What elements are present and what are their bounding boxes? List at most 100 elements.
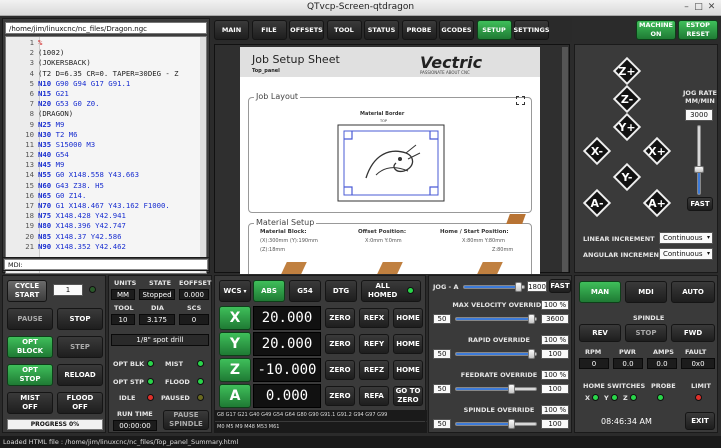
spindle-stop-button[interactable]: STOP [625, 324, 667, 342]
gcode-line[interactable]: 13 N45 M9 [6, 160, 206, 170]
gcode-line[interactable]: 17 N70 G1 X148.467 Y43.162 F1000. [6, 201, 206, 211]
fit-icon[interactable] [516, 96, 525, 105]
wcs-button[interactable]: WCS ▾ [219, 280, 251, 302]
gcode-line[interactable]: 16 N65 G0 Z14. [6, 191, 206, 201]
gcode-line[interactable]: 3 (JOKERSBACK) [6, 58, 206, 68]
auto-mode-button[interactable]: AUTO [671, 281, 715, 303]
feedrate-override-knob[interactable] [508, 384, 515, 394]
axis-z-button[interactable]: Z [219, 358, 251, 382]
tab-settings[interactable]: SETTINGS [514, 20, 550, 40]
jog-a-plus-button[interactable]: A+ [647, 193, 667, 213]
zero-z-button[interactable]: ZERO [325, 360, 355, 380]
angular-increment-select[interactable]: Continuous ▾ [659, 248, 713, 260]
linear-increment-select[interactable]: Continuous ▾ [659, 232, 713, 244]
gcode-line[interactable]: 12 N40 G54 [6, 150, 206, 160]
gcode-text[interactable]: 1% 2 (1002) 3 (JOKERSBACK) 4 (T2 D=6.35 CR=0. … [5, 36, 207, 274]
ref-z-button[interactable]: REFZ [359, 360, 389, 380]
gcode-line[interactable]: 5 N10 G90 G94 G17 G91.1 [6, 79, 206, 89]
mdi-input[interactable]: MDI: [4, 259, 208, 270]
ref-x-button[interactable]: REFX [359, 308, 389, 328]
tab-probe[interactable]: PROBE [401, 20, 437, 40]
jog-z-minus-button[interactable]: Z- [617, 89, 637, 109]
gcode-line[interactable]: 10 N30 T2 M6 [6, 130, 206, 140]
gcode-line[interactable]: 7 N20 G53 G0 Z0. [6, 99, 206, 109]
cycle-start-button[interactable]: CYCLE START [7, 280, 47, 302]
spindle-override-slider[interactable] [455, 419, 537, 429]
tab-gcodes[interactable]: GCODES [439, 20, 474, 40]
jog-rate-slider[interactable] [694, 125, 704, 195]
opt-block-button[interactable]: OPT BLOCK [7, 336, 53, 358]
man-mode-button[interactable]: MAN [579, 281, 621, 303]
max-velocity-override-slider[interactable] [455, 314, 537, 324]
pause-spindle-button[interactable]: PAUSE SPINDLE [163, 410, 209, 430]
minimize-icon[interactable]: – [682, 3, 691, 12]
home-z-button[interactable]: HOME [393, 360, 423, 380]
tab-main[interactable]: MAIN [214, 20, 249, 40]
spindle-override-knob[interactable] [508, 419, 515, 429]
step-button[interactable]: STEP [57, 336, 103, 358]
opt-stop-button[interactable]: OPT STOP [7, 364, 53, 386]
gcode-line[interactable]: 9 N25 M9 [6, 120, 206, 130]
gcode-line[interactable]: 1% [6, 38, 206, 48]
machine-on-button[interactable]: MACHINE ON [636, 20, 676, 40]
goto-zero-button[interactable]: GO TO ZERO [393, 386, 423, 406]
jog-x-plus-button[interactable]: X+ [647, 141, 667, 161]
jog-y-plus-button[interactable]: Y+ [617, 117, 637, 137]
reload-button[interactable]: RELOAD [57, 364, 103, 386]
mdi-mode-button[interactable]: MDI [625, 281, 667, 303]
setup-sheet-viewer[interactable]: Job Setup Sheet Top_panel Vectric PASSIO… [214, 44, 570, 274]
spindle-rev-button[interactable]: REV [579, 324, 621, 342]
exit-button[interactable]: EXIT [685, 412, 715, 430]
gcode-line[interactable]: 19 N80 X148.396 Y42.747 [6, 221, 206, 231]
jog-y-minus-button[interactable]: Y- [617, 167, 637, 187]
tab-offsets[interactable]: OFFSETS [289, 20, 324, 40]
tab-tool[interactable]: TOOL [326, 20, 362, 40]
tab-status[interactable]: STATUS [364, 20, 399, 40]
abs-button[interactable]: ABS [253, 280, 285, 302]
jog-a-minus-button[interactable]: A- [587, 193, 607, 213]
rapid-override-knob[interactable] [528, 349, 535, 359]
gcode-line[interactable]: 15 N60 G43 Z38. H5 [6, 181, 206, 191]
jog-x-minus-button[interactable]: X- [587, 141, 607, 161]
tab-setup[interactable]: SETUP [476, 20, 512, 40]
pause-button[interactable]: PAUSE [7, 308, 53, 330]
rapid-override-slider[interactable] [455, 349, 537, 359]
spindle-fwd-button[interactable]: FWD [671, 324, 715, 342]
jog-z-plus-button[interactable]: Z+ [617, 61, 637, 81]
zero-x-button[interactable]: ZERO [325, 308, 355, 328]
maximize-icon[interactable]: □ [694, 3, 703, 12]
feedrate-override-slider[interactable] [455, 384, 537, 394]
gcode-line[interactable]: 21 N90 X148.352 Y42.462 [6, 242, 206, 252]
gcode-line[interactable]: 18 N75 X148.428 Y42.941 [6, 211, 206, 221]
estop-reset-button[interactable]: ESTOP RESET [678, 20, 718, 40]
zero-a-button[interactable]: ZERO [325, 386, 355, 406]
ref-y-button[interactable]: REFY [359, 334, 389, 354]
jog-fast-button[interactable]: FAST [687, 197, 713, 211]
axis-a-button[interactable]: A [219, 384, 251, 408]
gcode-line[interactable]: 8 (DRAGON) [6, 109, 206, 119]
ref-a-button[interactable]: REFA [359, 386, 389, 406]
axis-x-button[interactable]: X [219, 306, 251, 330]
g54-button[interactable]: G54 [289, 280, 321, 302]
jog-a-knob[interactable] [515, 282, 523, 292]
gcode-line[interactable]: 4 (T2 D=6.35 CR=0. TAPER=30DEG - Z [6, 69, 206, 79]
mist-off-button[interactable]: MIST OFF [7, 392, 53, 414]
cycle-count-field[interactable]: 1 [53, 284, 83, 296]
gcode-line[interactable]: 14 N55 G0 X148.558 Y43.663 [6, 170, 206, 180]
jog-a-slider[interactable] [463, 282, 525, 292]
axis-y-button[interactable]: Y [219, 332, 251, 356]
gcode-line[interactable]: 2 (1002) [6, 48, 206, 58]
dtg-button[interactable]: DTG [325, 280, 357, 302]
close-icon[interactable]: ✕ [707, 3, 716, 12]
zero-y-button[interactable]: ZERO [325, 334, 355, 354]
gcode-line[interactable]: 11 N35 S15000 M3 [6, 140, 206, 150]
stop-button[interactable]: STOP [57, 308, 103, 330]
sheet-scrollbar[interactable] [562, 47, 568, 272]
home-y-button[interactable]: HOME [393, 334, 423, 354]
jog-rate-field[interactable]: 3000 [685, 109, 713, 121]
tab-file[interactable]: FILE [251, 20, 287, 40]
jog-a-fast-button[interactable]: FAST [549, 279, 571, 293]
gcode-line[interactable]: 20 N85 X148.37 Y42.586 [6, 232, 206, 242]
gcode-line[interactable]: 6 N15 G21 [6, 89, 206, 99]
flood-off-button[interactable]: FLOOD OFF [57, 392, 103, 414]
